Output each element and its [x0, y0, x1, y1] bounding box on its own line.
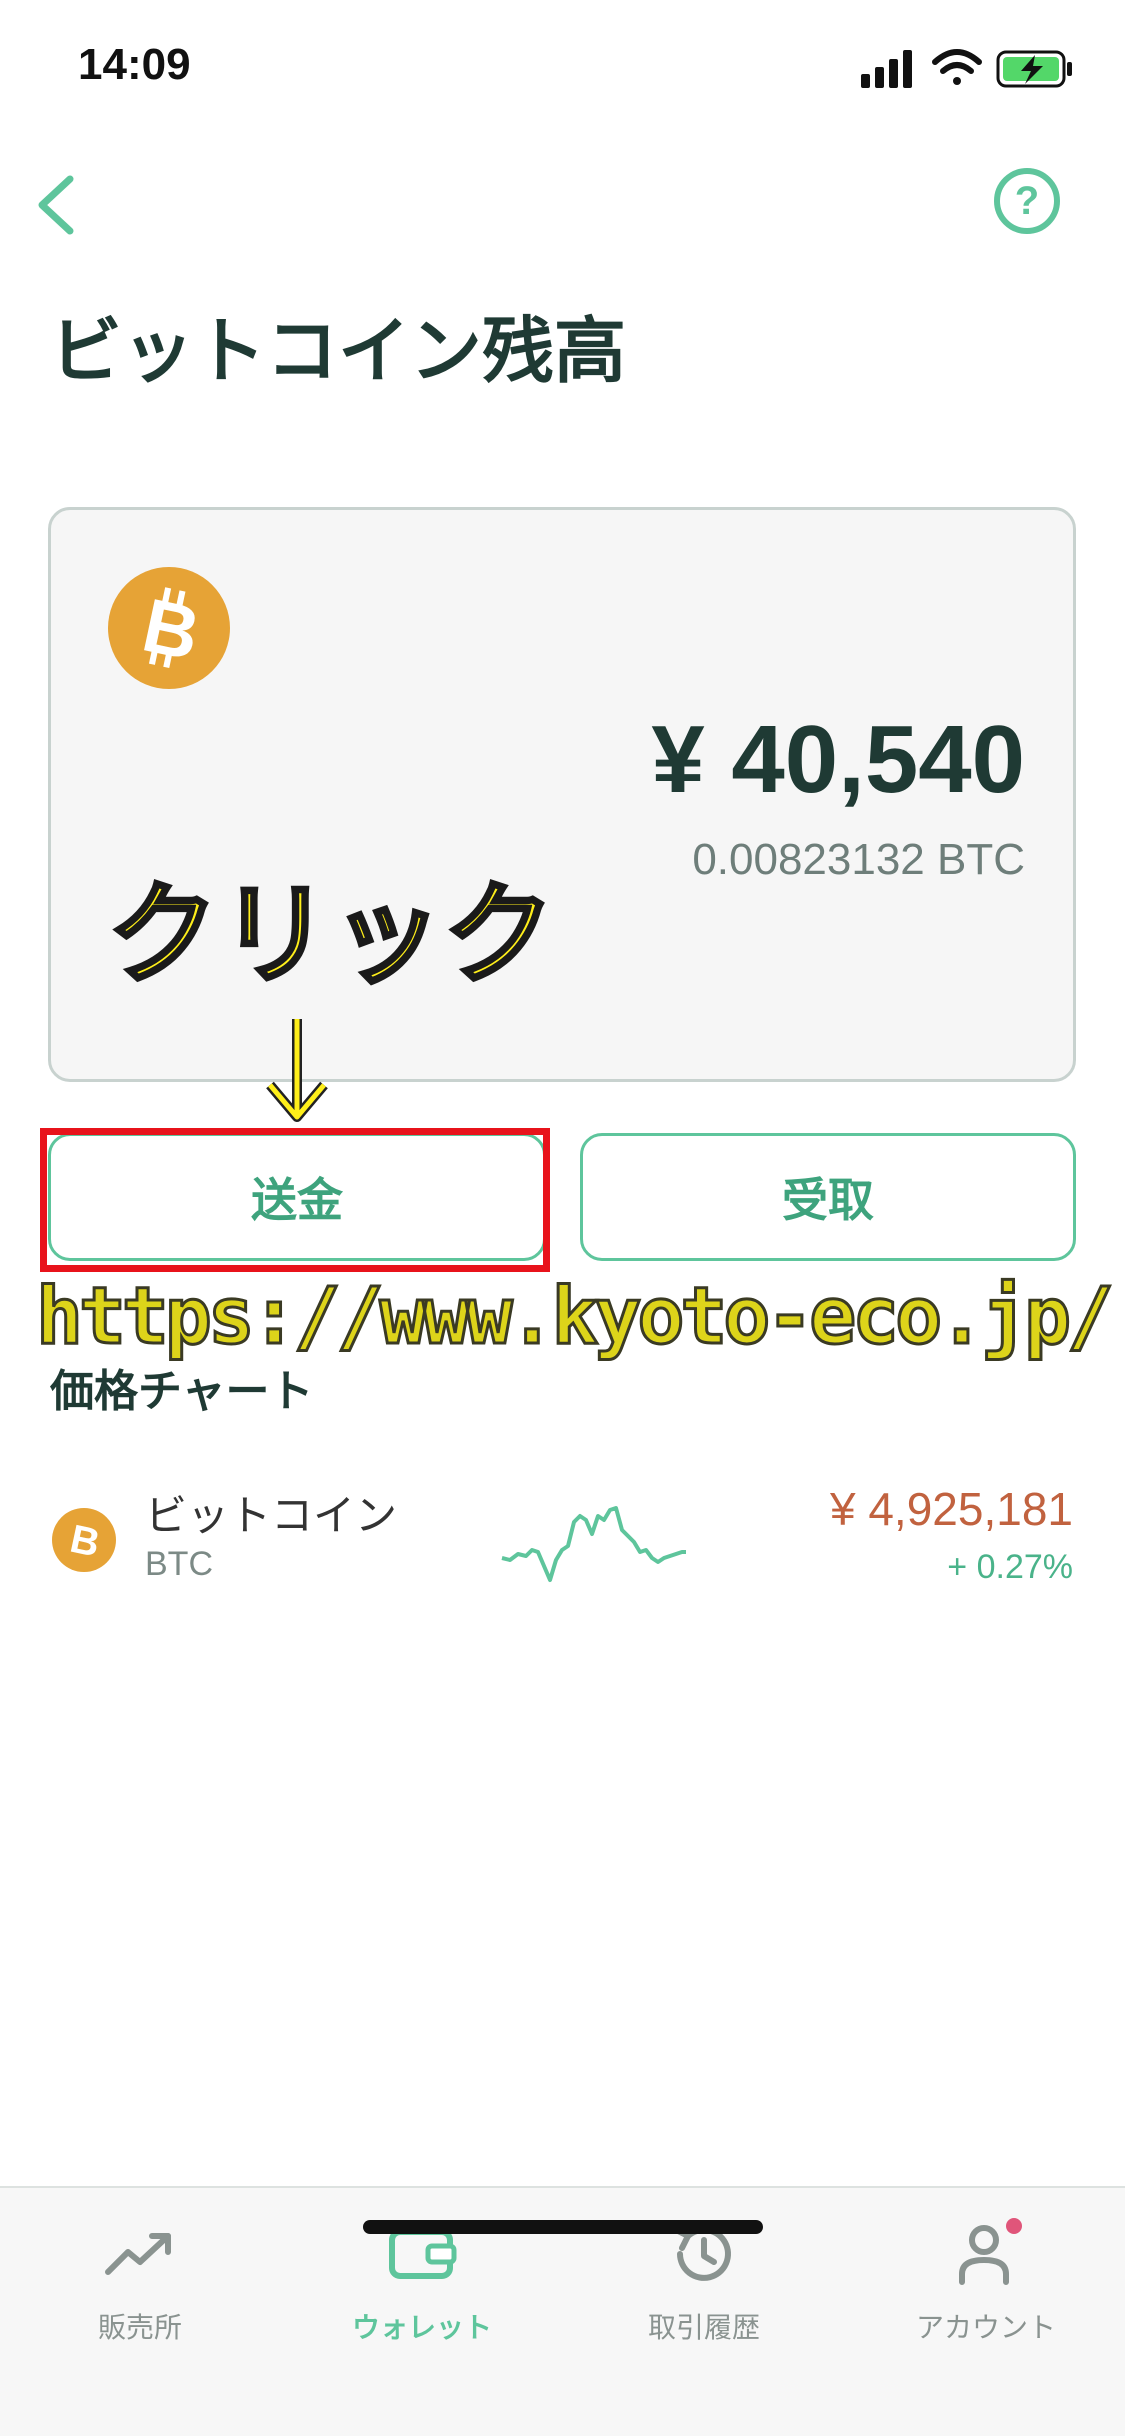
home-indicator[interactable]	[363, 2220, 763, 2234]
signal-icon	[861, 50, 912, 88]
coin-symbol: BTC	[145, 1545, 213, 1583]
trend-up-icon	[105, 2233, 171, 2275]
watermark: https://www.kyoto-eco.jp/	[35, 1271, 1116, 1364]
tab-account[interactable]: アカウント	[876, 2216, 1096, 2366]
bitcoin-icon: B	[108, 567, 230, 689]
status-icons	[861, 49, 1072, 88]
coin-change: + 0.27%	[947, 1548, 1073, 1586]
click-annotation: クリック	[106, 869, 556, 1001]
notification-dot-icon	[1006, 2218, 1022, 2234]
tab-wallet[interactable]: ウォレット	[312, 2216, 532, 2366]
tab-label: ウォレット	[351, 2311, 492, 2344]
back-icon[interactable]	[20, 165, 100, 245]
balance-jpy: ¥ 40,540	[651, 706, 1025, 813]
highlight-box	[40, 1128, 550, 1272]
balance-btc: 0.00823132 BTC	[692, 835, 1025, 884]
coin-name: ビットコイン	[145, 1491, 398, 1540]
tab-sales[interactable]: 販売所	[30, 2216, 250, 2366]
status-time: 14:09	[78, 40, 191, 89]
tab-label: 販売所	[97, 2311, 182, 2344]
battery-charging-icon	[996, 50, 1072, 88]
down-arrow-icon	[266, 1019, 328, 1122]
bitcoin-icon: B	[52, 1508, 116, 1572]
help-icon[interactable]: ?	[994, 168, 1060, 234]
price-sparkline	[501, 1506, 686, 1582]
person-icon	[959, 2218, 1022, 2285]
coin-row[interactable]: B ビットコイン BTC ¥ 4,925,181 + 0.27%	[0, 1460, 1125, 1600]
receive-button[interactable]: 受取	[580, 1133, 1076, 1261]
tab-history[interactable]: 取引履歴	[594, 2216, 814, 2366]
page-title: ビットコイン残高	[50, 309, 627, 393]
status-bar: 14:09	[0, 0, 1125, 140]
section-title: 価格チャート	[50, 1366, 314, 1417]
tab-label: アカウント	[915, 2311, 1056, 2344]
coin-price: ¥ 4,925,181	[829, 1483, 1073, 1535]
tab-label: 取引履歴	[647, 2311, 760, 2344]
wifi-icon	[932, 49, 982, 85]
